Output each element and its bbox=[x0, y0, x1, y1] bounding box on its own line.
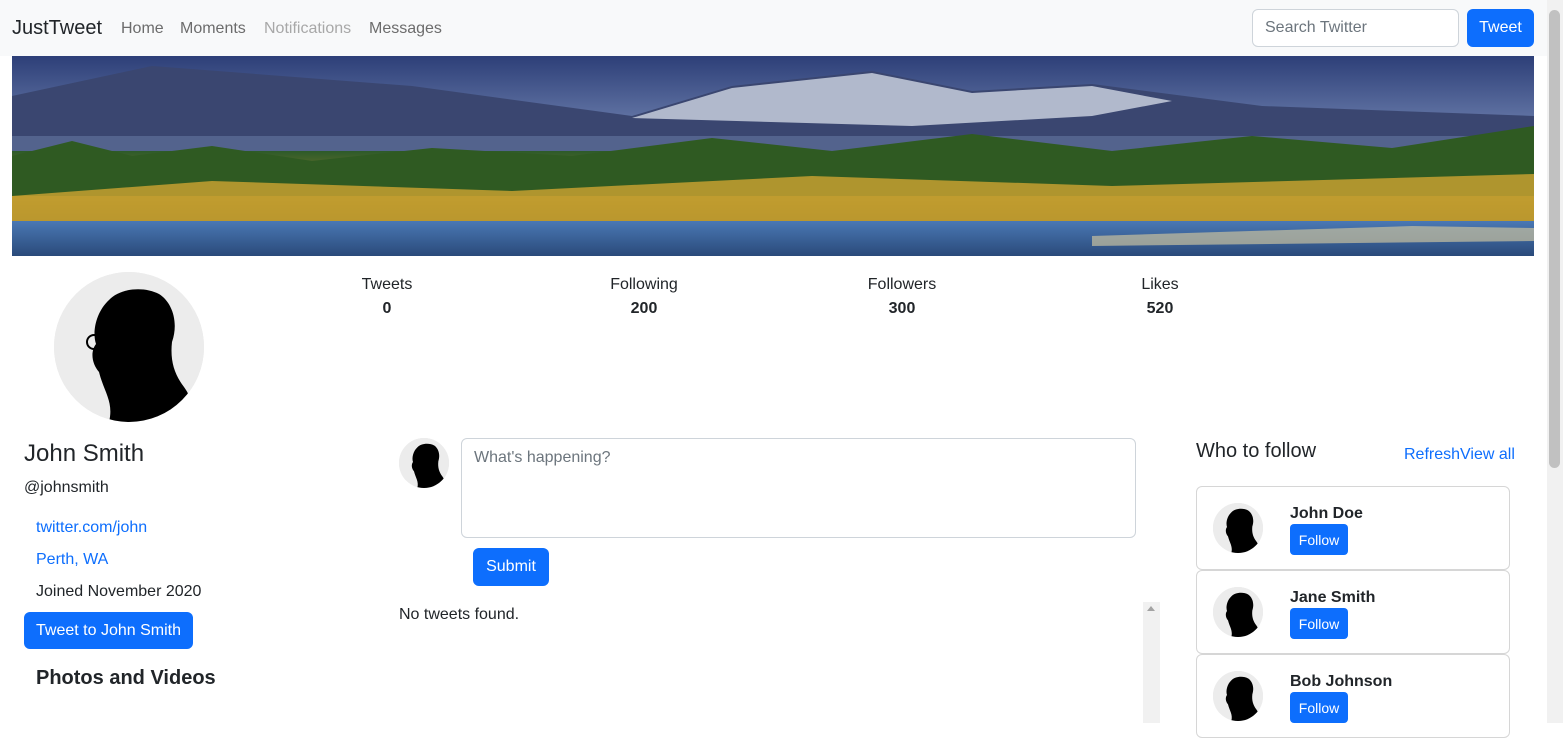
who-to-follow-title: Who to follow bbox=[1196, 440, 1317, 462]
suggestion-name: John Doe bbox=[1290, 505, 1363, 522]
refresh-link[interactable]: Refresh bbox=[1404, 446, 1460, 463]
follow-suggestion-card: Bob Johnson Follow bbox=[1196, 654, 1510, 738]
follow-button[interactable]: Follow bbox=[1290, 524, 1348, 555]
scroll-up-arrow-icon[interactable] bbox=[1147, 606, 1155, 611]
photos-videos-heading: Photos and Videos bbox=[36, 667, 216, 689]
profile-banner bbox=[12, 56, 1534, 256]
stat-following-value: 200 bbox=[630, 300, 658, 317]
nav-home[interactable]: Home bbox=[121, 20, 164, 38]
stat-likes-label: Likes bbox=[1141, 276, 1179, 293]
stat-likes-value: 520 bbox=[1146, 300, 1174, 317]
stat-tweets-label: Tweets bbox=[361, 276, 413, 293]
profile-name: John Smith bbox=[24, 440, 145, 467]
who-to-follow-links: RefreshView all bbox=[1404, 446, 1515, 464]
search-input[interactable] bbox=[1252, 9, 1459, 47]
profile-avatar bbox=[54, 272, 204, 422]
suggestion-avatar bbox=[1213, 503, 1263, 553]
stat-following[interactable]: Following 200 bbox=[574, 276, 714, 318]
stat-tweets-value: 0 bbox=[382, 300, 392, 317]
follow-button[interactable]: Follow bbox=[1290, 608, 1348, 639]
follow-suggestion-card: John Doe Follow bbox=[1196, 486, 1510, 570]
compose-avatar bbox=[399, 438, 449, 488]
nav-messages[interactable]: Messages bbox=[369, 20, 442, 38]
suggestion-name: Bob Johnson bbox=[1290, 673, 1393, 690]
navbar: JustTweet Home Moments Notifications Mes… bbox=[0, 0, 1547, 56]
submit-button[interactable]: Submit bbox=[473, 548, 549, 586]
profile-handle: @johnsmith bbox=[24, 479, 109, 496]
suggestion-avatar bbox=[1213, 671, 1263, 721]
page-scrollbar-thumb[interactable] bbox=[1549, 10, 1560, 468]
tweet-to-user-button[interactable]: Tweet to John Smith bbox=[24, 612, 193, 649]
tweet-button[interactable]: Tweet bbox=[1467, 9, 1534, 47]
stat-followers-value: 300 bbox=[888, 300, 916, 317]
tweets-scrollbar[interactable] bbox=[1143, 602, 1160, 723]
view-all-link[interactable]: View all bbox=[1460, 446, 1515, 463]
stat-tweets[interactable]: Tweets 0 bbox=[317, 276, 457, 318]
empty-tweets-message: No tweets found. bbox=[399, 606, 520, 623]
stat-followers[interactable]: Followers 300 bbox=[832, 276, 972, 318]
suggestion-name: Jane Smith bbox=[1290, 589, 1376, 606]
stat-likes[interactable]: Likes 520 bbox=[1090, 276, 1230, 318]
follow-suggestion-card: Jane Smith Follow bbox=[1196, 570, 1510, 654]
profile-joined-date: Joined November 2020 bbox=[36, 583, 202, 600]
nav-notifications[interactable]: Notifications bbox=[264, 20, 351, 38]
stat-following-label: Following bbox=[610, 276, 678, 293]
brand-logo[interactable]: JustTweet bbox=[12, 17, 102, 40]
follow-button[interactable]: Follow bbox=[1290, 692, 1348, 723]
nav-moments[interactable]: Moments bbox=[180, 20, 246, 38]
compose-textarea[interactable] bbox=[461, 438, 1136, 538]
profile-website-link[interactable]: twitter.com/john bbox=[36, 519, 147, 537]
profile-location-link[interactable]: Perth, WA bbox=[36, 551, 108, 569]
stat-followers-label: Followers bbox=[867, 276, 937, 293]
suggestion-avatar bbox=[1213, 587, 1263, 637]
